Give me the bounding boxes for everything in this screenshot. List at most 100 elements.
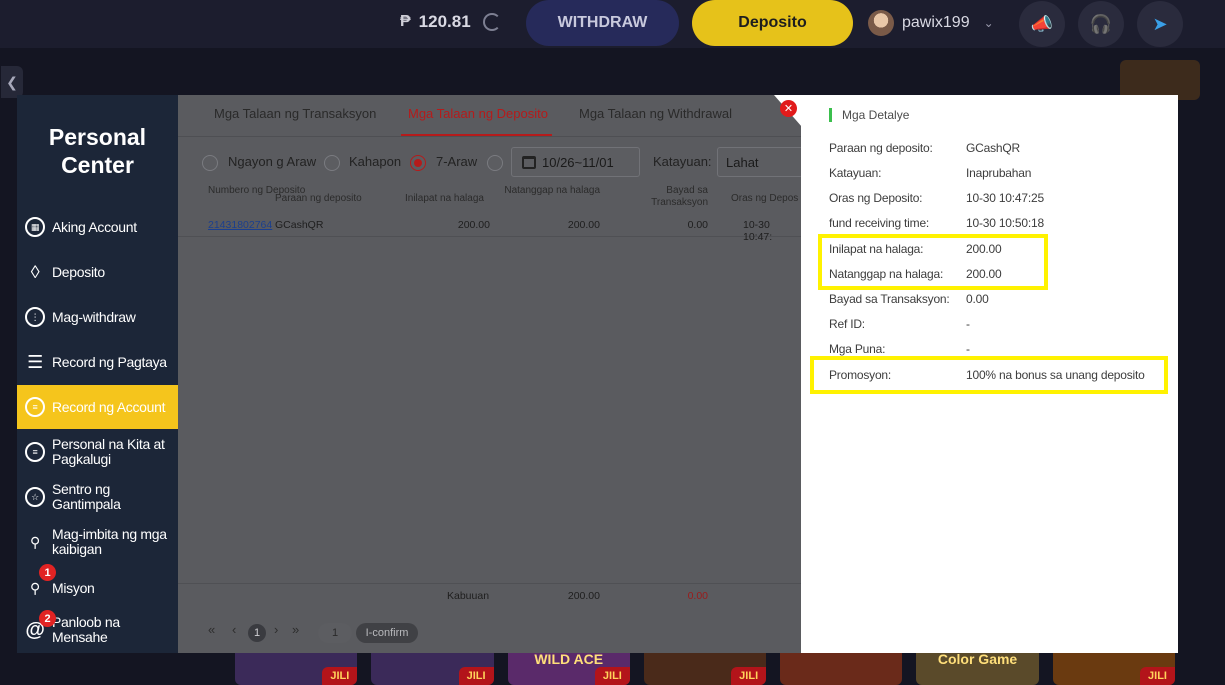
detail-label: Mga Puna:: [829, 342, 886, 356]
tab-deposito[interactable]: Mga Talaan ng Deposito: [408, 106, 548, 121]
table-cell: 0.00: [687, 219, 708, 231]
chevron-down-icon[interactable]: ⌄: [984, 16, 994, 30]
last-page-icon[interactable]: »: [292, 622, 299, 637]
tab-withdrawal[interactable]: Mga Talaan ng Withdrawal: [579, 106, 732, 121]
detail-value: 0.00: [966, 292, 989, 306]
pagination: « ‹ 1 › » 1 I-confirm: [178, 615, 801, 651]
records-tabs: Mga Talaan ng Transaksyon Mga Talaan ng …: [178, 95, 801, 137]
clipboard-icon: ☰: [27, 351, 43, 372]
current-page[interactable]: 1: [248, 624, 266, 642]
first-page-icon[interactable]: «: [208, 622, 215, 637]
sidebar-item-record-ng-pagtaya[interactable]: ☰ Record ng Pagtaya: [17, 341, 178, 383]
confirm-page-button[interactable]: I-confirm: [356, 623, 418, 643]
username[interactable]: pawix199: [902, 14, 970, 32]
sidebar-item-mag-imbita[interactable]: ⚲ Mag-imbita ng mga kaibigan: [17, 521, 178, 563]
total-amount: 200.00: [567, 590, 600, 602]
refresh-icon[interactable]: [482, 13, 501, 31]
message-count-badge: 2: [39, 610, 56, 627]
megaphone-icon[interactable]: 📣: [1019, 1, 1065, 47]
highlight-box-amounts: [818, 234, 1048, 290]
column-header: Inilapat na halaga: [405, 193, 484, 204]
balance-amount: 120.81: [418, 12, 471, 31]
currency-symbol: ₱: [400, 13, 411, 30]
close-icon[interactable]: ✕: [780, 100, 797, 117]
detail-label: Oras ng Deposito:: [829, 191, 923, 205]
total-label: Kabuuan: [447, 590, 490, 602]
status-select[interactable]: Lahat: [717, 147, 803, 177]
top-bar: ₱ 120.81 WITHDRAW Deposito pawix199 ⌄ 📣 …: [0, 0, 1225, 48]
detail-label: Bayad sa Transaksyon:: [829, 292, 950, 306]
detail-value: -: [966, 317, 970, 331]
background-game-thumbnail: [1120, 60, 1200, 100]
total-fee: 0.00: [687, 590, 708, 602]
table-footer: Kabuuan 200.00 0.00: [178, 583, 801, 611]
date-range-picker[interactable]: 10/26~11/01: [511, 147, 640, 177]
radio-seven-days-label[interactable]: 7-Araw: [436, 154, 477, 169]
provider-badge: JILI: [731, 667, 767, 685]
status-selected-value: Lahat: [726, 155, 759, 170]
detail-value: Inaprubahan: [966, 166, 1032, 180]
goto-page-input[interactable]: 1: [318, 623, 352, 643]
radio-custom[interactable]: [487, 155, 503, 171]
sidebar-item-mag-withdraw[interactable]: ⋮ Mag-withdraw: [17, 296, 178, 338]
report-icon: ≡: [25, 442, 45, 462]
detail-value: -: [966, 342, 970, 356]
table-header: Numbero ng Deposito Paraan ng deposito I…: [178, 185, 801, 213]
radio-today[interactable]: [202, 155, 218, 171]
detail-label: fund receiving time:: [829, 216, 930, 230]
withdraw-button[interactable]: WITHDRAW: [526, 0, 679, 46]
account-icon: ▦: [25, 217, 45, 237]
detail-value: 10-30 10:47:25: [966, 191, 1044, 205]
radio-today-label[interactable]: Ngayon g Araw: [228, 154, 316, 169]
withdraw-icon: ⋮: [25, 307, 45, 327]
radio-seven-days[interactable]: [410, 155, 426, 171]
sidebar-item-sentro-ng-gantimpala[interactable]: ☆ Sentro ng Gantimpala: [17, 476, 178, 518]
sidebar-title: Personal Center: [48, 124, 147, 178]
tab-divider: [178, 136, 801, 137]
sidebar-item-deposito[interactable]: ◊ Deposito: [17, 251, 178, 293]
column-header: Natanggap na halaga: [504, 185, 600, 196]
date-range-value: 10/26~11/01: [542, 154, 614, 170]
avatar[interactable]: [868, 10, 894, 36]
table-cell: GCashQR: [275, 219, 324, 231]
deposit-number-link[interactable]: 21431802764: [208, 219, 272, 231]
user-search-icon: ⚲: [30, 533, 40, 550]
provider-badge: JILI: [322, 667, 358, 685]
next-page-icon[interactable]: ›: [274, 622, 278, 637]
detail-label: Ref ID:: [829, 317, 865, 331]
headset-icon[interactable]: 🎧: [1078, 1, 1124, 47]
calendar-icon: [522, 155, 536, 169]
sidebar-item-record-ng-account[interactable]: ≡ Record ng Account: [17, 385, 178, 429]
collapse-arrow-icon[interactable]: ❮: [1, 66, 23, 98]
table-row[interactable]: 21431802764 GCashQR 200.00 200.00 0.00 1…: [178, 213, 801, 243]
column-header: Oras ng Depos: [731, 193, 799, 204]
records-content: Mga Talaan ng Transaksyon Mga Talaan ng …: [178, 95, 803, 653]
star-icon: ☆: [25, 487, 45, 507]
filter-bar: Ngayon g Araw Kahapon 7-Araw 10/26~11/01…: [178, 147, 803, 179]
details-title: Mga Detalye: [829, 108, 909, 122]
table-cell: 10-30 10:47:: [743, 219, 773, 243]
table-cell: 200.00: [567, 219, 600, 231]
prev-page-icon[interactable]: ‹: [232, 622, 236, 637]
radio-yesterday-label[interactable]: Kahapon: [349, 154, 401, 169]
provider-badge: JILI: [1140, 667, 1175, 685]
sidebar-item-personal-na-kita[interactable]: ≡ Personal na Kita at Pagkalugi: [17, 431, 178, 473]
table-cell: 200.00: [457, 219, 490, 231]
sidebar-item-aking-account[interactable]: ▦ Aking Account: [17, 206, 178, 248]
game-title: Color Game: [937, 651, 1018, 667]
user-menu[interactable]: pawix199 ⌄: [868, 10, 994, 36]
deposit-button[interactable]: Deposito: [692, 0, 853, 46]
ticket-icon: ◊: [30, 261, 40, 282]
tab-transaksyon[interactable]: Mga Talaan ng Transaksyon: [214, 106, 376, 121]
record-icon: ≡: [25, 397, 45, 417]
radio-yesterday[interactable]: [324, 155, 340, 171]
balance-display: ₱ 120.81: [400, 12, 501, 32]
status-label: Katayuan:: [653, 154, 712, 169]
sidebar: Personal Center ▦ Aking Account ◊ Deposi…: [17, 95, 178, 653]
column-header: Bayad sa Transaksyon: [651, 185, 708, 208]
detail-label: Katayuan:: [829, 166, 882, 180]
highlight-box-promotion: [810, 356, 1168, 394]
column-header: Paraan ng deposito: [275, 193, 362, 204]
telegram-icon[interactable]: ➤: [1137, 1, 1183, 47]
detail-value: GCashQR: [966, 141, 1020, 155]
